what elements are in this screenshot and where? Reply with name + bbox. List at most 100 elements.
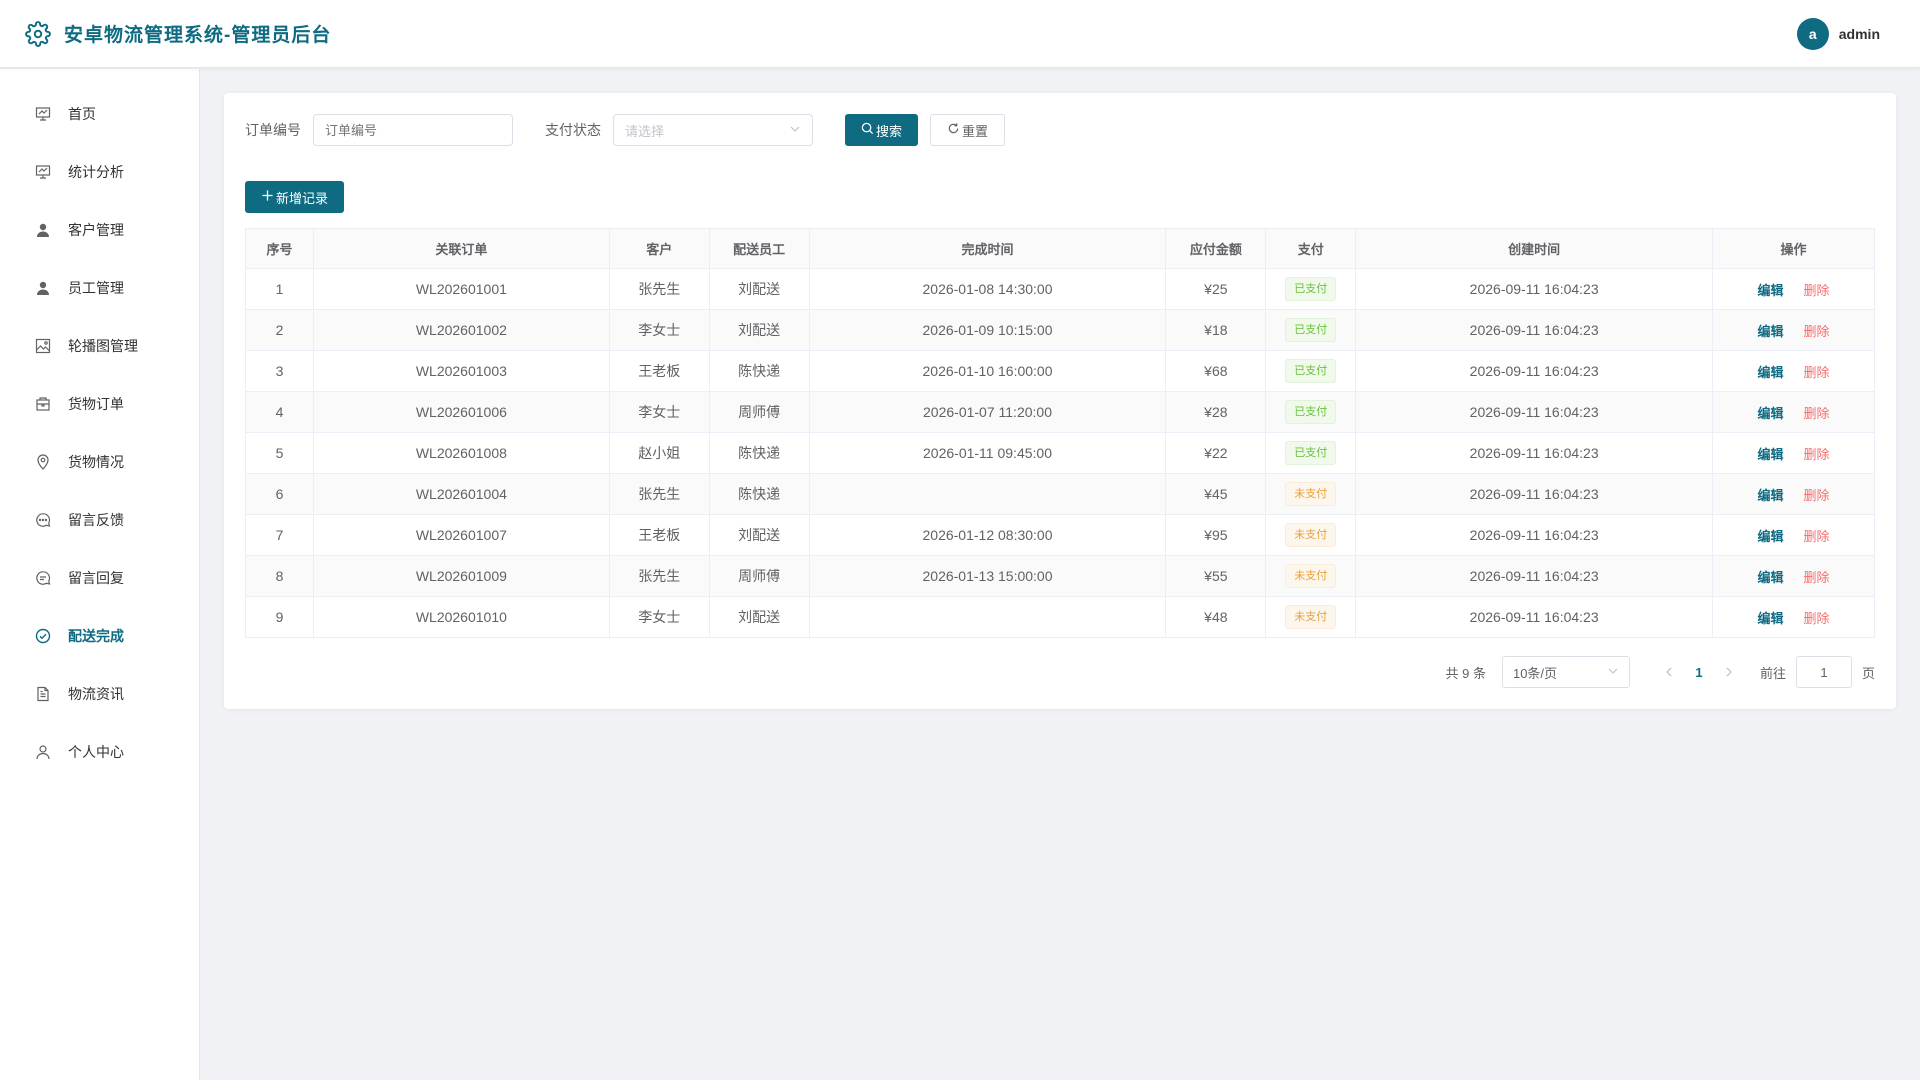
cell-order: WL202601001 xyxy=(312,268,610,310)
sidebar-item[interactable]: 货物订单 xyxy=(0,375,199,433)
status-badge: 已支付 xyxy=(1285,441,1337,465)
sidebar-item[interactable]: 留言回复 xyxy=(0,549,199,607)
delete-button[interactable]: 删除 xyxy=(1804,570,1830,585)
edit-button[interactable]: 编辑 xyxy=(1758,488,1784,503)
edit-button[interactable]: 编辑 xyxy=(1758,570,1784,585)
column-header: 支付 xyxy=(1265,228,1357,269)
status-badge: 已支付 xyxy=(1285,277,1337,301)
status-badge: 已支付 xyxy=(1285,359,1337,383)
sidebar-item[interactable]: 统计分析 xyxy=(0,143,199,201)
cell-pay: 未支付 xyxy=(1265,473,1357,515)
goto-page-input[interactable] xyxy=(1795,656,1852,688)
edit-button[interactable]: 编辑 xyxy=(1758,611,1784,626)
cell-order: WL202601002 xyxy=(312,309,610,351)
edit-button[interactable]: 编辑 xyxy=(1758,283,1784,298)
cell-actions: 编辑 删除 xyxy=(1712,350,1875,392)
column-header: 操作 xyxy=(1712,228,1875,269)
document-icon xyxy=(34,685,52,703)
table-row: 1 WL202601001 张先生 刘配送 2026-01-08 14:30:00 ¥25… xyxy=(245,268,1875,310)
page-size-select[interactable]: 10条/页 xyxy=(1501,656,1630,688)
cell-created-time: 2026-09-11 16:04:23 xyxy=(1355,596,1714,638)
delete-button[interactable]: 删除 xyxy=(1804,611,1830,626)
cell-amount: ¥55 xyxy=(1165,555,1267,597)
table-header-row: 序号 关联订单 客户 配送员工 完成时间 应付金额 支付 创建时间 操作 xyxy=(245,228,1875,269)
cell-staff: 刘配送 xyxy=(708,596,810,638)
page-number-current[interactable]: 1 xyxy=(1684,665,1714,680)
cell-order: WL202601008 xyxy=(312,432,610,474)
avatar[interactable]: a xyxy=(1796,17,1829,50)
order-number-input[interactable] xyxy=(313,114,513,146)
sidebar-item-label: 货物订单 xyxy=(68,396,124,412)
sidebar-item[interactable]: 配送完成 xyxy=(0,607,199,665)
cell-done-time: 2026-01-08 14:30:00 xyxy=(808,268,1167,310)
sidebar-item[interactable]: 物流资讯 xyxy=(0,665,199,723)
cell-created-time: 2026-09-11 16:04:23 xyxy=(1355,391,1714,433)
status-badge: 未支付 xyxy=(1285,564,1337,588)
sidebar-item[interactable]: 留言反馈 xyxy=(0,491,199,549)
sidebar-item-label: 员工管理 xyxy=(68,280,124,296)
top-header: 安卓物流管理系统-管理员后台 a admin xyxy=(0,0,1920,68)
sidebar-item-label: 客户管理 xyxy=(68,222,124,238)
sidebar-item[interactable]: 客户管理 xyxy=(0,201,199,259)
column-header: 完成时间 xyxy=(808,228,1167,269)
next-page-button[interactable] xyxy=(1714,665,1744,680)
filter-bar: 订单编号 支付状态 请选择 搜索 重置 xyxy=(245,114,1006,146)
delete-button[interactable]: 删除 xyxy=(1804,406,1830,421)
cell-done-time xyxy=(808,473,1167,515)
edit-button[interactable]: 编辑 xyxy=(1758,324,1784,339)
cell-done-time: 2026-01-10 16:00:00 xyxy=(808,350,1167,392)
delete-button[interactable]: 删除 xyxy=(1804,283,1830,298)
cell-order: WL202601010 xyxy=(312,596,610,638)
pay-status-select[interactable]: 请选择 xyxy=(613,114,813,146)
search-button[interactable]: 搜索 xyxy=(845,114,919,146)
cell-pay: 已支付 xyxy=(1265,309,1357,351)
sidebar-item[interactable]: 轮播图管理 xyxy=(0,317,199,375)
cell-customer: 李女士 xyxy=(608,596,710,638)
delete-button[interactable]: 删除 xyxy=(1804,365,1830,380)
cell-pay: 未支付 xyxy=(1265,596,1357,638)
delete-button[interactable]: 删除 xyxy=(1804,529,1830,544)
user-outline-icon xyxy=(34,743,52,761)
cell-staff: 周师傅 xyxy=(708,555,810,597)
cell-pay: 已支付 xyxy=(1265,268,1357,310)
delete-button[interactable]: 删除 xyxy=(1804,488,1830,503)
edit-button[interactable]: 编辑 xyxy=(1758,365,1784,380)
location-icon xyxy=(34,453,52,471)
add-record-button[interactable]: 新增记录 xyxy=(245,181,345,213)
chat-dots-icon xyxy=(34,511,52,529)
cell-created-time: 2026-09-11 16:04:23 xyxy=(1355,473,1714,515)
edit-button[interactable]: 编辑 xyxy=(1758,529,1784,544)
cell-done-time xyxy=(808,596,1167,638)
sidebar: 首页 统计分析客户管理员工管理轮播图管理货物订单货物情况留言反馈 留言回复 配送完成物… xyxy=(0,69,200,1080)
status-badge: 未支付 xyxy=(1285,605,1337,629)
cell-index: 3 xyxy=(245,350,314,392)
cell-actions: 编辑 删除 xyxy=(1712,473,1875,515)
username[interactable]: admin xyxy=(1839,26,1880,42)
reset-button[interactable]: 重置 xyxy=(930,114,1006,146)
gear-icon xyxy=(24,20,52,48)
cell-amount: ¥95 xyxy=(1165,514,1267,556)
delete-button[interactable]: 删除 xyxy=(1804,447,1830,462)
sidebar-item[interactable]: 首页 xyxy=(0,85,199,143)
cell-customer: 王老板 xyxy=(608,350,710,392)
edit-button[interactable]: 编辑 xyxy=(1758,447,1784,462)
page-size-value: 10条/页 xyxy=(1512,665,1558,681)
cell-actions: 编辑 删除 xyxy=(1712,596,1875,638)
cell-pay: 未支付 xyxy=(1265,514,1357,556)
edit-button[interactable]: 编辑 xyxy=(1758,406,1784,421)
delete-button[interactable]: 删除 xyxy=(1804,324,1830,339)
prev-page-button[interactable] xyxy=(1654,665,1684,680)
cell-done-time: 2026-01-11 09:45:00 xyxy=(808,432,1167,474)
sidebar-item[interactable]: 货物情况 xyxy=(0,433,199,491)
cell-amount: ¥18 xyxy=(1165,309,1267,351)
table-row: 9 WL202601010 李女士 刘配送 ¥48 未支付 2026-09-11 16:04… xyxy=(245,596,1875,638)
cell-index: 7 xyxy=(245,514,314,556)
chevron-down-icon xyxy=(1607,665,1619,680)
sidebar-item[interactable]: 个人中心 xyxy=(0,723,199,781)
cell-staff: 陈快递 xyxy=(708,473,810,515)
sidebar-item-label: 货物情况 xyxy=(68,454,124,470)
cell-order: WL202601004 xyxy=(312,473,610,515)
cell-staff: 陈快递 xyxy=(708,350,810,392)
sidebar-item[interactable]: 员工管理 xyxy=(0,259,199,317)
user-menu[interactable]: a admin xyxy=(1796,17,1880,50)
